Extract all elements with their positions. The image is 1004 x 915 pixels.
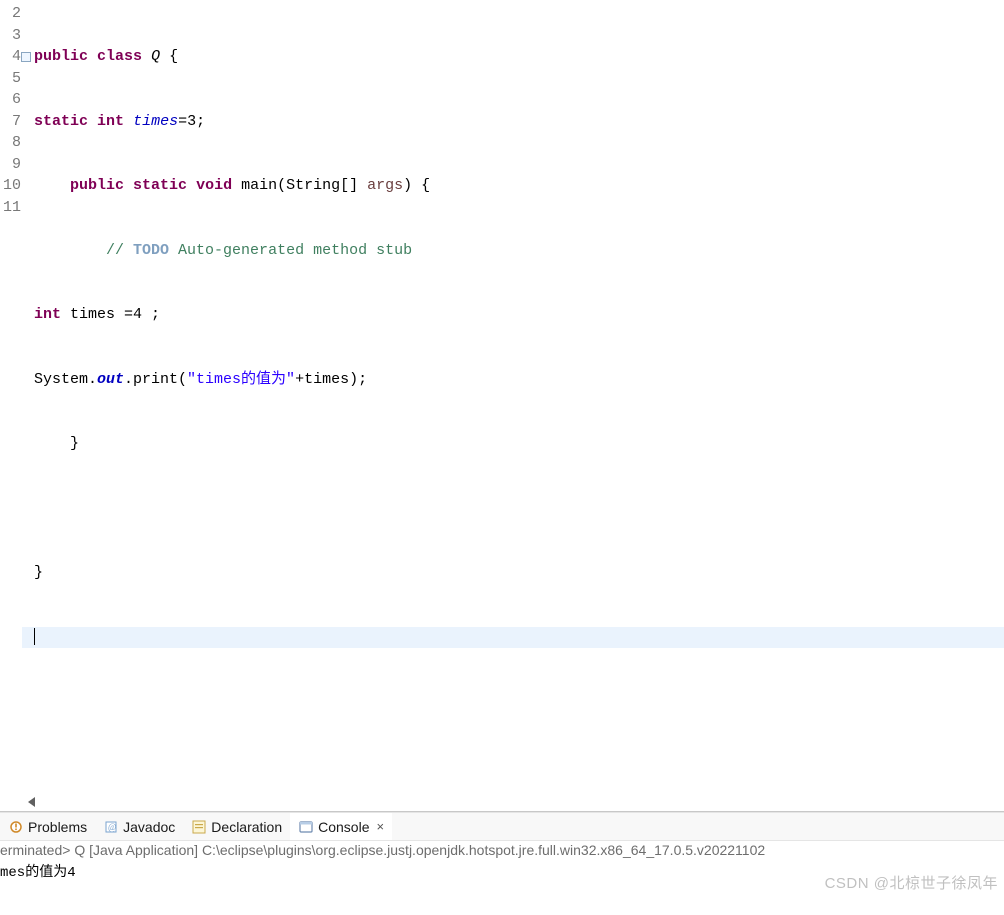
code-line-current: [22, 627, 1004, 649]
code-area[interactable]: public class Q { static int times=3; pub…: [22, 0, 1004, 793]
svg-text:@: @: [108, 822, 116, 832]
code-line: int times =4 ;: [34, 304, 1004, 326]
line-number: 5: [0, 68, 22, 90]
console-icon: [298, 819, 314, 835]
line-number: 8: [0, 132, 22, 154]
tab-label: Problems: [28, 819, 87, 835]
tab-console[interactable]: Console ×: [290, 813, 392, 840]
line-number: 6: [0, 89, 22, 111]
code-line: System.out.print("times的值为"+times);: [34, 369, 1004, 391]
code-line: }: [34, 562, 1004, 584]
horizontal-scrollbar[interactable]: [0, 793, 1004, 810]
code-line: [34, 498, 1004, 520]
line-number-fold[interactable]: 4: [0, 46, 22, 68]
line-number: 9: [0, 154, 22, 176]
code-line: static int times=3;: [34, 111, 1004, 133]
declaration-icon: [191, 819, 207, 835]
console-output: mes的值为4: [0, 858, 1004, 881]
tab-label: Javadoc: [123, 819, 175, 835]
scroll-left-arrow-icon[interactable]: [28, 797, 35, 807]
javadoc-icon: @: [103, 819, 119, 835]
problems-icon: [8, 819, 24, 835]
views-tab-bar: Problems @ Javadoc Declaration Console ×: [0, 812, 1004, 840]
tab-label: Declaration: [211, 819, 282, 835]
line-number-gutter: 2 3 4 5 6 7 8 9 10 11: [0, 0, 22, 793]
line-number: 11: [0, 197, 22, 219]
code-line: public class Q {: [34, 46, 1004, 68]
code-line: public static void main(String[] args) {: [34, 175, 1004, 197]
line-number: 3: [0, 25, 22, 47]
code-editor[interactable]: 2 3 4 5 6 7 8 9 10 11 public class Q { s…: [0, 0, 1004, 793]
tab-declaration[interactable]: Declaration: [183, 813, 290, 840]
line-number: 10: [0, 175, 22, 197]
console-header: erminated> Q [Java Application] C:\eclip…: [0, 840, 1004, 858]
bottom-panel: Problems @ Javadoc Declaration Console ×…: [0, 811, 1004, 915]
close-icon[interactable]: ×: [377, 819, 385, 834]
code-line: // TODO Auto-generated method stub: [34, 240, 1004, 262]
line-number: 2: [0, 3, 22, 25]
tab-problems[interactable]: Problems: [0, 813, 95, 840]
tab-javadoc[interactable]: @ Javadoc: [95, 813, 183, 840]
code-line: }: [34, 433, 1004, 455]
tab-label: Console: [318, 819, 369, 835]
text-cursor: [34, 628, 35, 645]
line-number: 7: [0, 111, 22, 133]
